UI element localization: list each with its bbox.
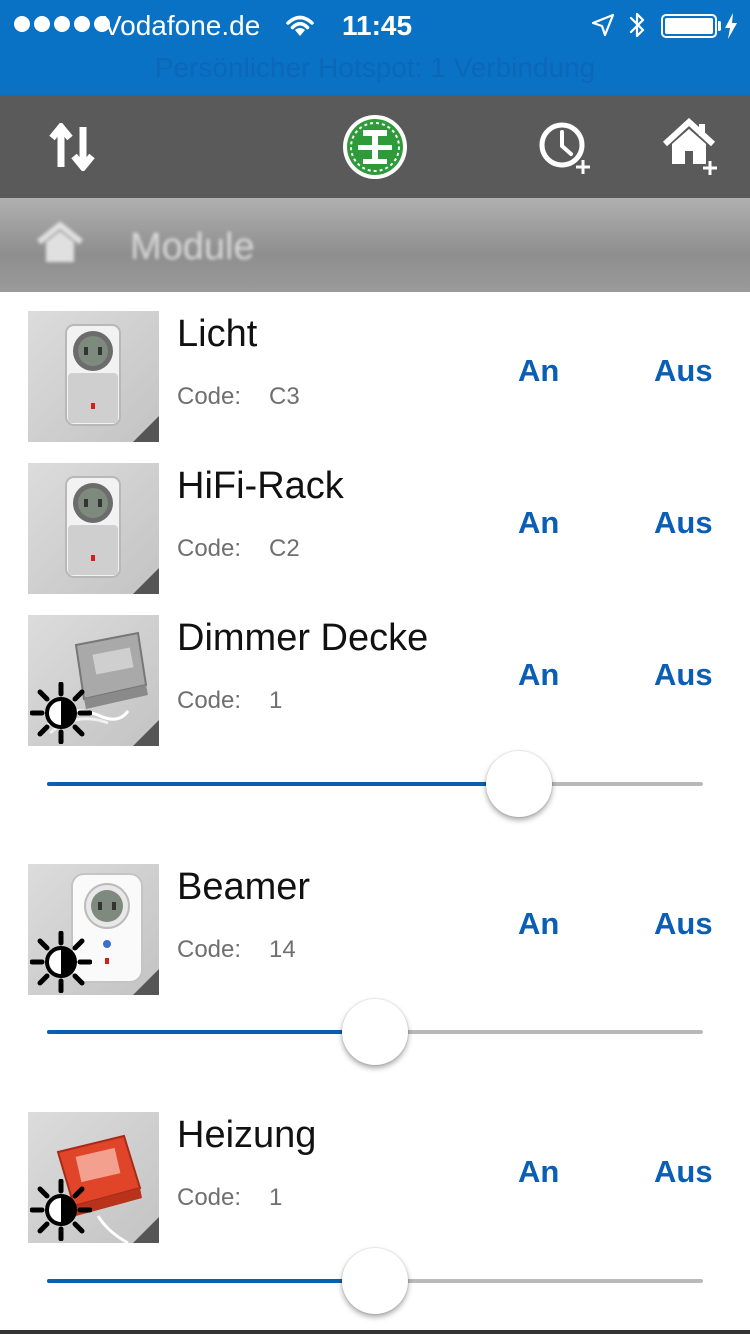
dimmer-slider[interactable] [47,1246,703,1316]
intertechno-logo [343,114,407,179]
code-label: Code: [177,1184,242,1211]
dimmer-sun-icon [30,931,92,993]
location-arrow-icon [591,13,615,37]
add-room-icon [662,117,717,175]
on-button[interactable]: An [518,1154,559,1190]
code-value: 1 [269,1184,283,1211]
status-bar: Vodafone.de 11:45 Persönlicher Hotspot: … [0,0,750,95]
on-button[interactable]: An [518,906,559,942]
battery-icon [661,14,717,38]
code-label: Code: [177,687,242,714]
off-button[interactable]: Aus [654,505,713,541]
module-name: Heizung [177,1114,317,1156]
module-name: HiFi-Rack [177,465,344,507]
dimmer-sun-icon [30,1179,92,1241]
add-room-button[interactable] [656,95,726,198]
section-header: Module [0,198,750,292]
carrier-name: Vodafone.de [103,10,261,41]
signal-strength-icon [14,16,110,32]
bluetooth-icon [629,12,645,38]
slider-fill [47,1030,375,1034]
on-button[interactable]: An [518,353,559,389]
home-icon [37,222,83,262]
dimmer-sun-icon [30,682,92,744]
off-button[interactable]: Aus [654,906,713,942]
code-value: 14 [269,936,296,963]
clock: 11:45 [342,10,413,41]
toolbar [0,95,750,198]
module-beamer: Beamer Code: 14 An Aus [0,864,750,1074]
add-timer-button[interactable] [530,95,600,198]
device-image [28,463,159,594]
device-image [28,864,159,995]
slider-knob[interactable] [342,999,408,1065]
code-label: Code: [177,383,242,410]
module-name: Licht [177,313,258,355]
off-button[interactable]: Aus [654,1154,713,1190]
on-button[interactable]: An [518,657,559,693]
dimmer-slider[interactable] [47,997,703,1067]
device-image [28,1112,159,1243]
module-name: Dimmer Decke [177,617,429,659]
page-title: Module [130,226,255,268]
slider-fill [47,1279,375,1283]
bottom-edge [0,1330,750,1334]
module-licht: Licht Code: C3 An Aus [0,311,750,451]
wifi-icon [286,15,314,36]
hotspot-banner[interactable]: Persönlicher Hotspot: 1 Verbindung [0,52,750,84]
off-button[interactable]: Aus [654,353,713,389]
device-image [28,311,159,442]
module-name: Beamer [177,866,311,908]
charging-icon [725,13,737,39]
code-value: C3 [269,383,300,410]
slider-knob[interactable] [342,1248,408,1314]
module-dimmer-decke: Dimmer Decke Code: 1 An Aus [0,615,750,825]
dimmer-slider[interactable] [47,749,703,819]
off-button[interactable]: Aus [654,657,713,693]
code-label: Code: [177,936,242,963]
code-value: C2 [269,535,300,562]
code-value: 1 [269,687,283,714]
logo-button[interactable] [335,95,415,198]
sort-arrows-icon [49,122,95,171]
slider-knob[interactable] [486,751,553,817]
module-heizung: Heizung Code: 1 An Aus [0,1112,750,1322]
code-label: Code: [177,535,242,562]
device-image [28,615,159,746]
slider-fill [47,782,520,786]
add-timer-icon [539,122,590,174]
sort-button[interactable] [30,95,114,198]
module-hifi-rack: HiFi-Rack Code: C2 An Aus [0,463,750,603]
on-button[interactable]: An [518,505,559,541]
